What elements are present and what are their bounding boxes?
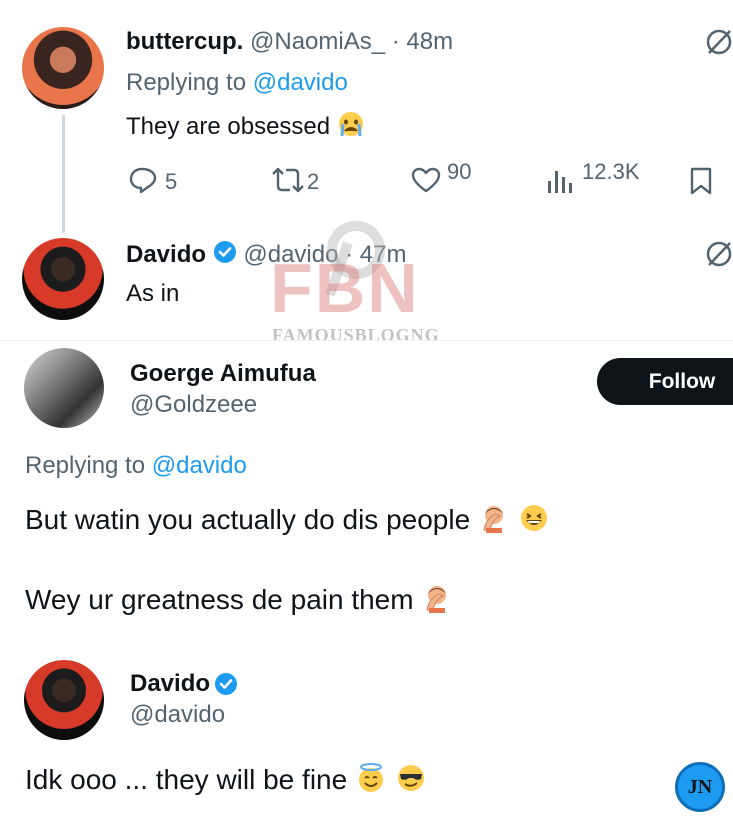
user-handle[interactable]: @Goldzeee (130, 391, 257, 419)
sunglasses-emoji (395, 762, 427, 801)
thread-line (62, 115, 65, 233)
user-handle[interactable]: @davido (130, 701, 225, 729)
tweet3-line1: But watin you actually do dis people (25, 502, 550, 541)
tweet1-text: They are obsessed (126, 110, 365, 145)
tweet2-text: As in (126, 280, 180, 307)
display-name[interactable]: buttercup. (126, 28, 243, 55)
tweet3-line2: Wey ur greatness de pain them (25, 582, 453, 621)
display-name[interactable]: Goerge Aimufua (130, 360, 316, 388)
like-icon[interactable] (410, 166, 442, 194)
watermark-site: FAMOUSBLOGNG (272, 325, 440, 345)
avatar-davido[interactable] (22, 238, 104, 320)
tweet-text: But watin you actually do dis people (25, 503, 471, 535)
avatar-davido[interactable] (24, 660, 104, 740)
tweet4-header: Davido (130, 670, 238, 701)
jn-badge-logo: JN (675, 762, 725, 812)
views-count: 12.3K (582, 159, 640, 184)
replying-handle-link[interactable]: @davido (253, 69, 348, 96)
tweet1-header: buttercup. @NaomiAs_ · 48m (126, 28, 453, 56)
reply-icon[interactable] (128, 166, 160, 194)
smiling-halo-emoji (355, 762, 387, 801)
retweet-count: 2 (307, 169, 320, 194)
tweet-text: Idk ooo ... they will be fine (25, 763, 348, 795)
replying-to: Replying to @davido (126, 69, 348, 97)
display-name[interactable]: Davido (130, 670, 210, 697)
jn-badge-text: JN (687, 775, 713, 798)
avatar-goerge[interactable] (24, 348, 104, 428)
replying-label: Replying to (126, 69, 247, 96)
replying-to: Replying to @davido (25, 452, 247, 480)
laughing-emoji (518, 502, 550, 541)
views-icon[interactable] (546, 167, 576, 195)
reply-count: 5 (165, 169, 178, 194)
like-count: 90 (447, 159, 472, 184)
tweet-text: Wey ur greatness de pain them (25, 583, 414, 615)
watermark-text: FBN (270, 249, 420, 327)
follow-button[interactable]: Follow (597, 358, 733, 405)
verified-badge-icon (213, 240, 237, 271)
tweet4-text: Idk ooo ... they will be fine (25, 762, 427, 801)
grok-icon[interactable] (705, 28, 733, 56)
crying-face-emoji (337, 110, 365, 145)
user-handle[interactable]: @NaomiAs_ (250, 28, 385, 55)
retweet-icon[interactable] (268, 166, 308, 194)
grok-icon[interactable] (705, 240, 733, 268)
replying-label: Replying to (25, 452, 146, 479)
display-name[interactable]: Davido (126, 241, 206, 268)
bookmark-icon[interactable] (688, 166, 714, 196)
avatar-buttercup[interactable] (22, 27, 104, 109)
timestamp[interactable]: · 48m (392, 28, 453, 55)
facepalm-emoji (478, 502, 510, 541)
divider (0, 340, 733, 341)
facepalm-emoji (421, 582, 453, 621)
tweet-text: They are obsessed (126, 112, 331, 140)
verified-badge-icon (214, 672, 238, 701)
replying-handle-link[interactable]: @davido (152, 452, 247, 479)
